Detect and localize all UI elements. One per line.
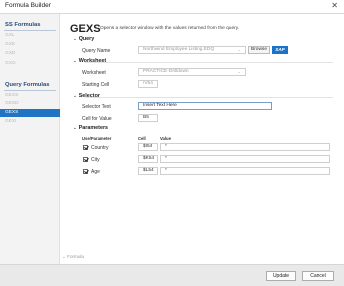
- sidebar-item-gxo[interactable]: GXO: [5, 61, 16, 66]
- chevron-down-icon: ⌄: [73, 36, 77, 41]
- formula-name: GEXS: [70, 23, 101, 35]
- worksheet-label: Worksheet: [82, 70, 106, 76]
- browse-button[interactable]: Browse: [248, 46, 270, 54]
- section-formula[interactable]: ⌄ Formula: [62, 254, 84, 260]
- chevron-down-icon: ⌄: [237, 47, 241, 52]
- cell-for-value-input[interactable]: B5: [138, 114, 158, 122]
- sidebar-group-ss-formulas: SS Formulas: [5, 22, 41, 28]
- worksheet-value: PRACTICE-Drilldown: [143, 69, 189, 74]
- section-worksheet[interactable]: ⌄ Worksheet: [73, 58, 106, 64]
- parameter-checkbox-city[interactable]: [83, 157, 88, 162]
- column-header-value: Value: [160, 136, 171, 141]
- section-query-title: Query: [78, 36, 95, 42]
- sap-button[interactable]: SAP: [272, 46, 288, 54]
- window-title: Formula Builder: [5, 2, 51, 9]
- formula-editor-panel: GEXS Opens a selector window with the va…: [60, 14, 344, 264]
- cancel-button[interactable]: Cancel: [302, 271, 334, 281]
- section-divider: [85, 97, 333, 98]
- section-divider: [85, 62, 333, 63]
- chevron-down-icon: ⌄: [73, 58, 77, 63]
- sidebar-item-gxd[interactable]: GXD: [5, 51, 15, 56]
- parameter-cell-age[interactable]: $L54: [138, 167, 158, 175]
- parameter-checkbox-age[interactable]: [83, 169, 88, 174]
- query-name-field[interactable]: Northwind Employee Listing.EDQ ⌄: [138, 46, 246, 54]
- starting-cell-label: Starting Cell: [82, 82, 110, 88]
- sidebar-divider: [4, 30, 56, 31]
- chevron-down-icon: ⌄: [73, 93, 77, 98]
- sidebar-group-query-formulas: Query Formulas: [5, 82, 50, 88]
- sidebar-divider: [4, 90, 56, 91]
- section-selector-title: Selector: [78, 93, 100, 99]
- chevron-down-icon: ⌄: [73, 125, 77, 130]
- starting-cell-field[interactable]: !V54: [138, 80, 158, 88]
- sidebar-item-gxl[interactable]: GXL: [5, 33, 15, 38]
- parameter-value-country[interactable]: *: [160, 143, 330, 151]
- parameter-checkbox-country[interactable]: [83, 145, 88, 150]
- close-icon[interactable]: ✕: [331, 1, 338, 10]
- section-query[interactable]: ⌄ Query: [73, 36, 94, 42]
- section-formula-title: Formula: [67, 254, 84, 259]
- query-name-label: Query Name: [82, 48, 111, 54]
- section-parameters[interactable]: ⌄ Parameters: [73, 125, 108, 131]
- sidebar-item-gexd[interactable]: GEXD: [5, 101, 19, 106]
- formula-description: Opens a selector window with the values …: [100, 26, 240, 31]
- section-worksheet-title: Worksheet: [78, 58, 107, 64]
- sidebar-item-gexi[interactable]: GEXI: [5, 119, 16, 124]
- parameter-name-age: Age: [91, 169, 100, 175]
- selector-text-input[interactable]: Insert Text Here: [138, 102, 272, 110]
- selector-text-label: Selector Text: [82, 104, 111, 110]
- parameter-value-age[interactable]: *: [160, 167, 330, 175]
- dialog-footer: Update Cancel: [0, 264, 344, 286]
- parameter-name-country: Country: [91, 145, 109, 151]
- parameter-name-city: City: [91, 157, 100, 163]
- section-parameters-title: Parameters: [78, 125, 109, 131]
- sidebar-item-gexs[interactable]: GEXS: [5, 93, 18, 98]
- query-name-value: Northwind Employee Listing.EDQ: [143, 47, 215, 52]
- parameter-cell-country[interactable]: $I54: [138, 143, 158, 151]
- sidebar-item-gxe[interactable]: GXE: [5, 42, 15, 47]
- worksheet-field[interactable]: PRACTICE-Drilldown ⌄: [138, 68, 246, 76]
- formula-sidebar: SS Formulas GXL GXE GXD GXO Query Formul…: [0, 14, 60, 264]
- chevron-down-icon: ⌄: [237, 69, 241, 74]
- section-selector[interactable]: ⌄ Selector: [73, 93, 100, 99]
- window-titlebar: Formula Builder ✕: [0, 0, 344, 14]
- column-header-cell: Cell: [138, 136, 146, 141]
- update-button[interactable]: Update: [266, 271, 296, 281]
- parameter-cell-city[interactable]: $K54: [138, 155, 158, 163]
- cell-for-value-label: Cell for Value: [82, 116, 112, 122]
- column-header-use-parameter: Use/Parameter: [82, 136, 112, 141]
- sidebar-item-gexs-active[interactable]: GEXS: [0, 109, 60, 117]
- parameter-value-city[interactable]: *: [160, 155, 330, 163]
